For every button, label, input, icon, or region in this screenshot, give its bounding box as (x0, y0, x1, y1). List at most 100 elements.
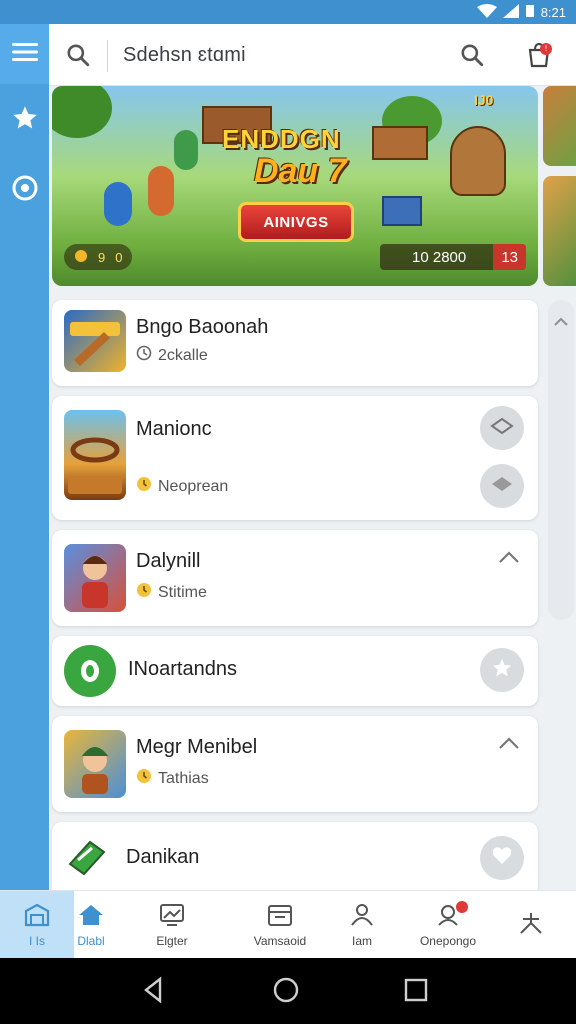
favorite-button[interactable] (480, 648, 524, 692)
share-button[interactable] (480, 464, 524, 508)
nav-item-chat[interactable]: Onepongo (412, 891, 484, 959)
search-divider (107, 40, 108, 72)
palm-tree-illustration (52, 86, 112, 138)
chevron-up-icon[interactable] (498, 550, 520, 569)
bottom-nav: I Is Dlabl Elgter Vamsaoid Iam Onepongo (0, 890, 576, 959)
gallery-icon (159, 903, 185, 930)
diamond-icon (490, 475, 514, 498)
cart-badge: ! (540, 43, 552, 55)
status-bar: 8:21 (0, 0, 576, 24)
banner-coins: 9 0 (64, 244, 133, 270)
timer-icon (136, 476, 152, 497)
list-item[interactable]: INoartandns (52, 636, 538, 706)
favorites-button[interactable] (0, 92, 49, 148)
left-rail (0, 24, 49, 890)
nav-item-home[interactable]: Dlabl (74, 891, 108, 959)
nav-item-store[interactable]: I Is (0, 891, 74, 959)
nav-label: Iam (351, 933, 372, 948)
tower-illustration (382, 196, 422, 226)
nav-label: Dlabl (77, 933, 105, 948)
chevron-up-icon[interactable] (498, 736, 520, 755)
back-icon[interactable] (142, 976, 164, 1009)
nav-item-profile[interactable] (508, 891, 554, 959)
coin-icon (74, 249, 88, 266)
list-item[interactable]: Danikan (52, 822, 538, 896)
game-thumbnail (64, 410, 126, 500)
next-banner-preview[interactable] (543, 176, 576, 286)
list-item-subtitle-text: Tathias (158, 769, 209, 787)
store-icon (24, 903, 50, 930)
list-item[interactable]: Dalynill Stitime (52, 530, 538, 626)
next-banner-preview[interactable] (543, 86, 576, 166)
search-icon[interactable] (65, 42, 91, 73)
banner-subtitle: Dau 7 (254, 152, 347, 190)
battery-icon (525, 4, 535, 21)
wifi-icon (476, 3, 497, 21)
list-item-title: Megr Menibel (136, 736, 258, 758)
list-item-subtitle-text: Neoprean (158, 477, 229, 495)
nav-label: I Is (28, 933, 45, 948)
list-item-title: Dalynill (136, 550, 201, 572)
person-icon (517, 909, 545, 938)
hamburger-icon (11, 42, 38, 67)
game-thumbnail (64, 310, 126, 372)
nav-label: Vamsaoid (253, 933, 307, 948)
like-button[interactable] (480, 836, 524, 880)
list-item-subtitle: Stitime (136, 582, 207, 603)
character-illustration (174, 130, 198, 170)
list-item-subtitle: Neoprean (136, 476, 228, 497)
hut-illustration (372, 126, 428, 160)
scroll-up-icon[interactable] (554, 314, 568, 332)
coin-right-value: 0 (115, 249, 123, 265)
heart-icon (491, 846, 513, 871)
game-thumbnail (64, 544, 126, 612)
nav-label: Onepongo (419, 933, 477, 948)
diamond-icon (490, 417, 514, 440)
clock-icon (136, 345, 152, 366)
nav-item-calendar[interactable]: Vamsaoid (246, 891, 314, 959)
list-item-title: Manionc (136, 418, 212, 440)
character-illustration (104, 182, 132, 226)
score-value: 10 2800 (412, 248, 467, 266)
star-icon (11, 104, 39, 137)
list-item[interactable]: Manionc Neoprean (52, 396, 538, 520)
discover-button[interactable] (0, 162, 49, 218)
app-logo (64, 645, 116, 697)
list-item-title: INoartandns (128, 658, 237, 680)
banner-cta-button[interactable]: AINIVGS (238, 202, 354, 242)
compass-icon (12, 175, 38, 206)
game-thumbnail (64, 730, 126, 798)
star-icon (491, 657, 513, 684)
app-logo (64, 834, 110, 880)
banner-title: ENDDGN (222, 124, 341, 154)
list-item-subtitle: 2ckalle (136, 345, 208, 366)
nav-label: Elgter (156, 933, 188, 948)
promo-banner[interactable]: IJ0 ENDDGN Dau 7 AINIVGS 9 0 10 2800 13 (52, 86, 538, 286)
list-item[interactable]: Megr Menibel Tathias (52, 716, 538, 812)
score-tag: 13 (493, 244, 526, 270)
list-scrollbar[interactable] (548, 300, 574, 620)
recents-icon[interactable] (404, 976, 428, 1009)
menu-button[interactable] (0, 24, 49, 84)
nav-item-gallery[interactable]: Elgter (140, 891, 204, 959)
banner-badge: IJ0 (474, 92, 494, 108)
system-nav-bar (0, 958, 576, 1024)
people-icon (349, 903, 375, 930)
home-circle-icon[interactable] (272, 976, 300, 1009)
list-item-title: Danikan (126, 846, 200, 868)
nav-item-people[interactable]: Iam (334, 891, 390, 959)
list-item-subtitle-text: Stitime (158, 583, 207, 601)
signal-icon (502, 3, 519, 21)
install-button[interactable] (480, 406, 524, 450)
notification-badge (456, 901, 468, 913)
coin-left-value: 9 (98, 249, 106, 265)
search-input[interactable]: Sdehsn ɛtɑmi (123, 44, 246, 67)
top-bar: Sdehsn ɛtɑmi ! (49, 24, 576, 86)
timer-icon (136, 582, 152, 603)
character-illustration (148, 166, 174, 216)
list-item-subtitle-text: 2ckalle (158, 346, 208, 364)
list-item[interactable]: Bngo Baoonah 2ckalle (52, 300, 538, 386)
search-icon[interactable] (459, 42, 485, 73)
banner-score: 10 2800 13 (380, 244, 526, 270)
list-item-subtitle: Tathias (136, 768, 209, 789)
